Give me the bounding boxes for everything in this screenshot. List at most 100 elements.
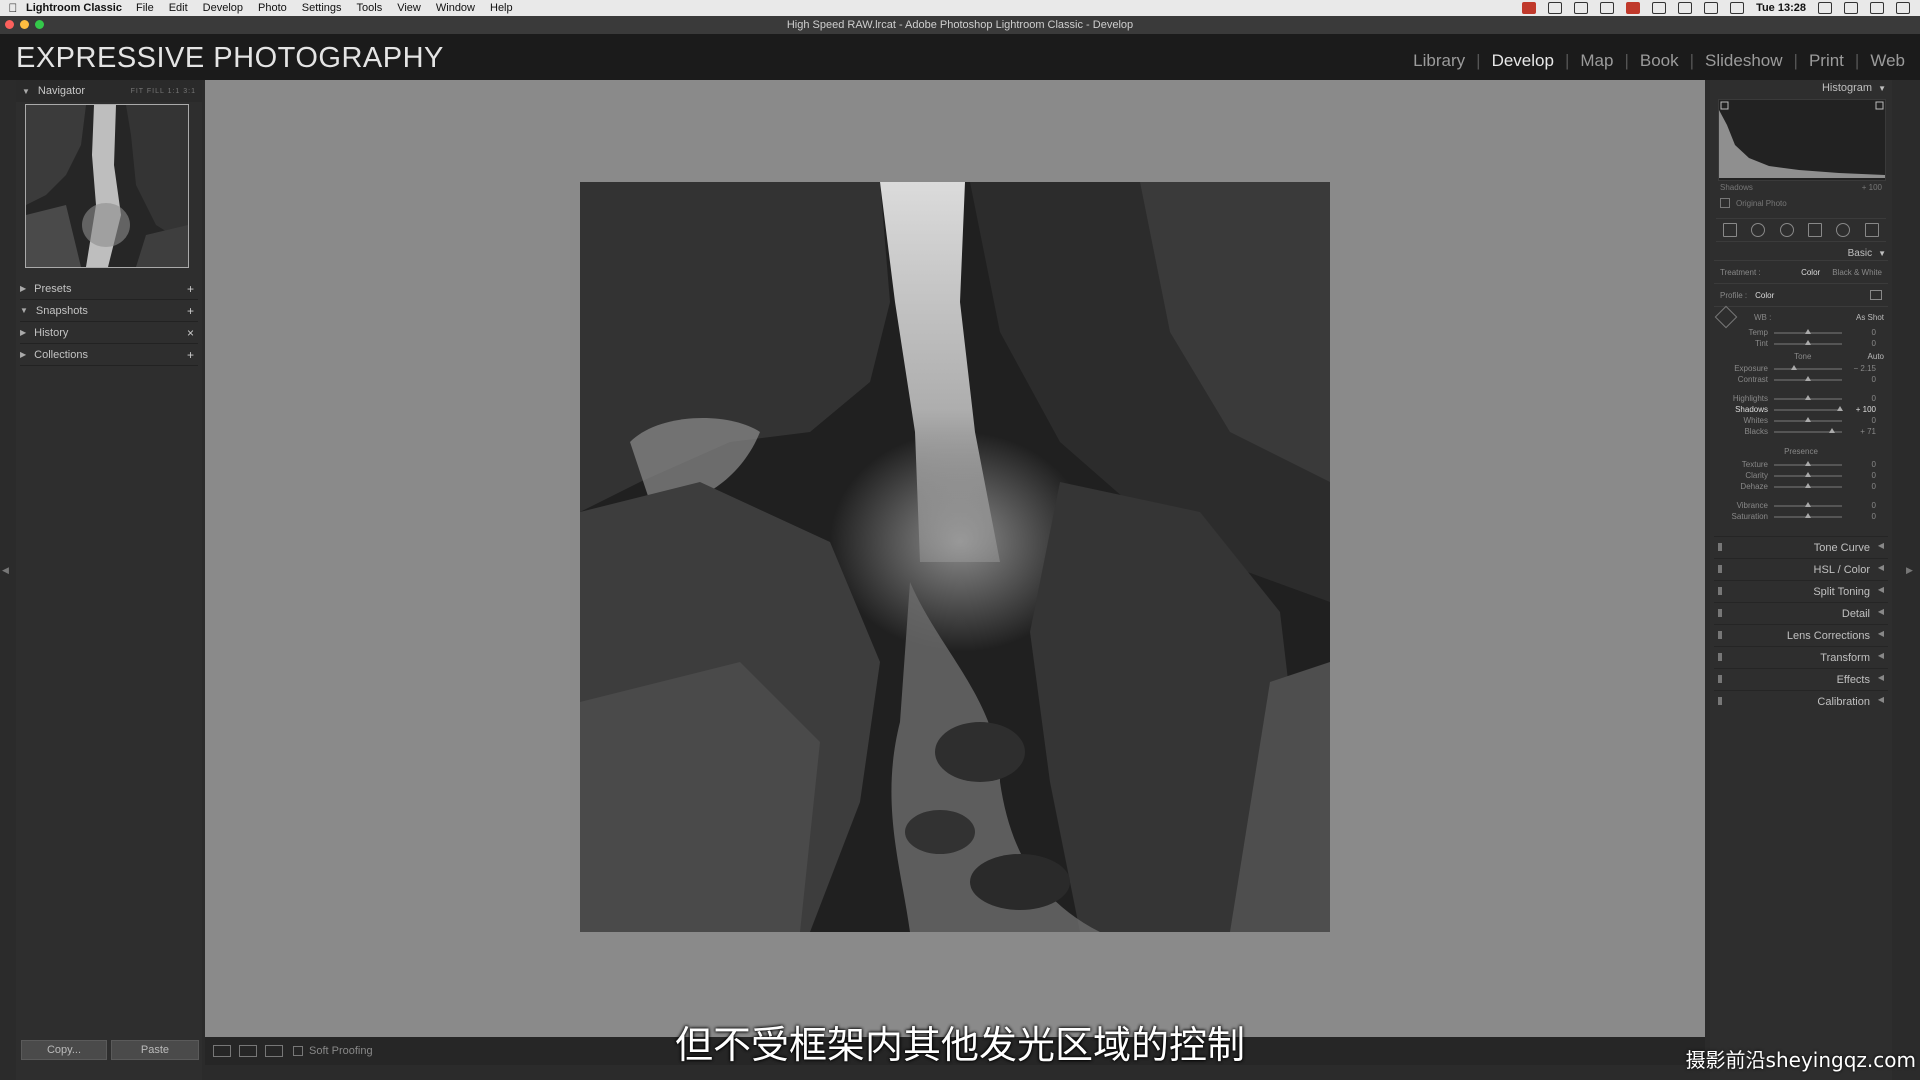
navigator-preview[interactable]	[25, 104, 189, 268]
profile-select[interactable]: Color	[1755, 291, 1774, 300]
temp-slider[interactable]	[1774, 328, 1842, 334]
menu-tools[interactable]: Tools	[357, 2, 383, 14]
creative-cloud-icon[interactable]	[1600, 2, 1615, 14]
panel-lens-corrections[interactable]: Lens Corrections ◀	[1714, 624, 1888, 646]
module-slideshow[interactable]: Slideshow	[1694, 51, 1794, 71]
expand-triangle-icon[interactable]: ◀	[1878, 585, 1884, 594]
profile-browser-icon[interactable]	[1870, 290, 1882, 300]
panel-toggle-icon[interactable]	[1718, 653, 1722, 661]
expand-triangle-icon[interactable]: ◀	[1878, 607, 1884, 616]
add-snapshot-icon[interactable]: +	[187, 304, 194, 318]
red-eye-icon[interactable]	[1779, 223, 1794, 237]
tint-value[interactable]: 0	[1842, 339, 1876, 348]
panel-collections[interactable]: ▶ Collections +	[20, 344, 198, 366]
status-recorder-icon[interactable]	[1626, 2, 1641, 14]
panel-history[interactable]: ▶ History ×	[20, 322, 198, 344]
photo-preview[interactable]	[580, 182, 1330, 932]
dehaze-value[interactable]: 0	[1842, 482, 1876, 491]
app-menu[interactable]: Lightroom Classic	[26, 2, 122, 14]
vibrance-slider[interactable]	[1774, 501, 1842, 507]
right-panel-toggle-icon[interactable]: ▶	[1906, 565, 1913, 576]
original-photo-checkbox[interactable]	[1720, 198, 1730, 208]
panel-tone-curve[interactable]: Tone Curve ◀	[1714, 536, 1888, 558]
shadows-slider-thumb[interactable]	[1836, 405, 1843, 411]
panel-split-toning[interactable]: Split Toning ◀	[1714, 580, 1888, 602]
radial-filter-icon[interactable]	[1836, 223, 1851, 237]
wifi-icon[interactable]	[1704, 2, 1719, 14]
clock[interactable]: Tue 13:28	[1756, 2, 1806, 14]
panel-toggle-icon[interactable]	[1718, 565, 1722, 573]
add-collection-icon[interactable]: +	[187, 348, 194, 362]
apple-menu-icon[interactable]: 	[0, 1, 26, 15]
expand-triangle-icon[interactable]: ◀	[1878, 673, 1884, 682]
clarity-slider-thumb[interactable]	[1805, 471, 1811, 477]
dehaze-slider-thumb[interactable]	[1805, 482, 1811, 488]
contrast-slider[interactable]	[1774, 375, 1842, 381]
dehaze-slider[interactable]	[1774, 482, 1842, 488]
treatment-bw-option[interactable]: Black & White	[1832, 268, 1882, 277]
navigator-header[interactable]: ▼ Navigator FIT FILL 1:1 3:1	[16, 80, 202, 102]
whites-slider-thumb[interactable]	[1805, 416, 1811, 422]
collapse-triangle-icon[interactable]: ▼	[22, 87, 30, 96]
histogram[interactable]	[1718, 99, 1886, 181]
status-display-icon[interactable]	[1574, 2, 1589, 14]
clarity-slider[interactable]	[1774, 471, 1842, 477]
left-panel-toggle-icon[interactable]: ◀	[2, 565, 9, 576]
saturation-slider-thumb[interactable]	[1805, 512, 1811, 518]
histogram-header[interactable]: Histogram ▼	[1710, 80, 1892, 96]
exposure-slider-thumb[interactable]	[1791, 364, 1798, 370]
menu-photo[interactable]: Photo	[258, 2, 287, 14]
panel-toggle-icon[interactable]	[1718, 587, 1722, 595]
expand-triangle-icon[interactable]: ◀	[1878, 695, 1884, 704]
vibrance-value[interactable]: 0	[1842, 501, 1876, 510]
highlights-value[interactable]: 0	[1842, 394, 1876, 403]
spot-removal-icon[interactable]	[1751, 223, 1766, 237]
crop-icon[interactable]	[1723, 223, 1738, 237]
treatment-color-option[interactable]: Color	[1801, 268, 1820, 277]
tint-slider-thumb[interactable]	[1805, 339, 1811, 345]
clear-history-icon[interactable]: ×	[187, 326, 194, 340]
panel-toggle-icon[interactable]	[1718, 697, 1722, 705]
shadows-slider[interactable]	[1774, 405, 1843, 411]
temp-slider-thumb[interactable]	[1805, 328, 1811, 334]
panel-effects[interactable]: Effects ◀	[1714, 668, 1888, 690]
graduated-filter-icon[interactable]	[1808, 223, 1823, 237]
menu-help[interactable]: Help	[490, 2, 513, 14]
panel-toggle-icon[interactable]	[1718, 631, 1722, 639]
temp-value[interactable]: 0	[1842, 328, 1876, 337]
exposure-slider[interactable]	[1774, 364, 1842, 370]
panel-hsl-color[interactable]: HSL / Color ◀	[1714, 558, 1888, 580]
module-book[interactable]: Book	[1629, 51, 1690, 71]
wb-select[interactable]: As Shot	[1856, 313, 1884, 322]
expand-triangle-icon[interactable]: ▶	[20, 284, 26, 293]
panel-toggle-icon[interactable]	[1718, 609, 1722, 617]
whites-value[interactable]: 0	[1842, 416, 1876, 425]
panel-calibration[interactable]: Calibration ◀	[1714, 690, 1888, 712]
status-tool-icon[interactable]	[1548, 2, 1563, 14]
expand-triangle-icon[interactable]: ◀	[1878, 629, 1884, 638]
panel-transform[interactable]: Transform ◀	[1714, 646, 1888, 668]
saturation-slider[interactable]	[1774, 512, 1842, 518]
highlights-slider[interactable]	[1774, 394, 1842, 400]
user-icon[interactable]	[1870, 2, 1884, 14]
exposure-value[interactable]: − 2.15	[1842, 364, 1876, 373]
contrast-value[interactable]: 0	[1842, 375, 1876, 384]
module-print[interactable]: Print	[1798, 51, 1855, 71]
expand-triangle-icon[interactable]: ▶	[20, 328, 26, 337]
panel-toggle-icon[interactable]	[1718, 675, 1722, 683]
blacks-slider-thumb[interactable]	[1828, 427, 1835, 433]
module-develop[interactable]: Develop	[1481, 51, 1565, 71]
menu-window[interactable]: Window	[436, 2, 475, 14]
notification-center-icon[interactable]	[1896, 2, 1910, 14]
vibrance-slider-thumb[interactable]	[1805, 501, 1811, 507]
tint-slider[interactable]	[1774, 339, 1842, 345]
image-canvas[interactable]	[205, 80, 1705, 1037]
module-library[interactable]: Library	[1402, 51, 1476, 71]
wb-eyedropper-icon[interactable]	[1714, 305, 1738, 329]
panel-snapshots[interactable]: ▼ Snapshots +	[20, 300, 198, 322]
panel-detail[interactable]: Detail ◀	[1714, 602, 1888, 624]
contrast-slider-thumb[interactable]	[1805, 375, 1811, 381]
panel-toggle-icon[interactable]	[1718, 543, 1722, 551]
collapse-triangle-icon[interactable]: ▼	[1878, 84, 1886, 93]
expand-triangle-icon[interactable]: ◀	[1878, 563, 1884, 572]
